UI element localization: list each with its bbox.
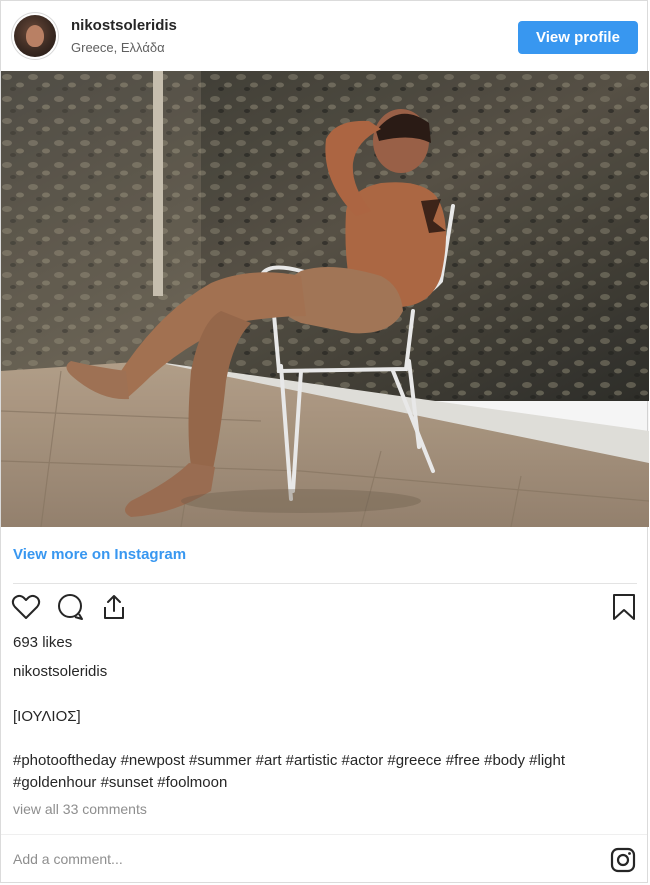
caption-username[interactable]: nikostsoleridis bbox=[13, 663, 107, 680]
heart-icon[interactable] bbox=[11, 593, 41, 626]
add-comment-input[interactable]: Add a comment... bbox=[13, 851, 123, 867]
post-photo[interactable] bbox=[1, 71, 649, 527]
avatar[interactable] bbox=[14, 15, 56, 57]
view-profile-button[interactable]: View profile bbox=[518, 21, 638, 54]
divider bbox=[1, 834, 647, 835]
share-icon[interactable] bbox=[99, 593, 129, 626]
caption-hashtags[interactable]: #photooftheday #newpost #summer #art #ar… bbox=[13, 750, 633, 794]
username[interactable]: nikostsoleridis bbox=[71, 17, 177, 34]
bookmark-icon[interactable] bbox=[611, 593, 637, 626]
comment-icon[interactable] bbox=[55, 593, 85, 626]
divider bbox=[13, 583, 637, 584]
instagram-embed-card: nikostsoleridis Greece, Ελλάδα View prof… bbox=[0, 0, 649, 883]
location[interactable]: Greece, Ελλάδα bbox=[71, 40, 165, 55]
post-header: nikostsoleridis Greece, Ελλάδα View prof… bbox=[1, 1, 647, 71]
view-all-comments-link[interactable]: view all 33 comments bbox=[13, 801, 147, 817]
view-more-on-instagram-link[interactable]: View more on Instagram bbox=[13, 546, 186, 563]
caption-title: [ΙΟΥΛΙΟΣ] bbox=[13, 708, 81, 725]
likes-count[interactable]: 693 likes bbox=[13, 634, 72, 651]
instagram-icon[interactable] bbox=[609, 846, 637, 879]
avatar-face bbox=[26, 25, 44, 47]
photo-illustration bbox=[1, 71, 649, 527]
